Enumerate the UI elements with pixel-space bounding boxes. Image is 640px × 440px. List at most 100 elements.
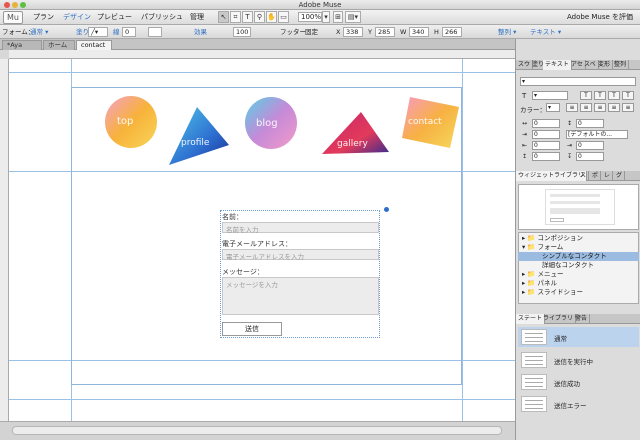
align-justify-all-icon[interactable]: ≡	[622, 103, 634, 112]
space-before-field[interactable]: 0	[532, 152, 560, 161]
panel-tab-text[interactable]: テキスト	[543, 60, 572, 70]
nav-gallery-label[interactable]: gallery	[337, 139, 368, 149]
panel-tab-library[interactable]: ライブラリ	[541, 314, 577, 324]
trial-label[interactable]: Adobe Muse を評価	[567, 12, 633, 23]
mode-design[interactable]: デザイン	[63, 12, 91, 23]
indent-field[interactable]: 0	[532, 130, 560, 139]
right-indent-field[interactable]: 0	[576, 141, 604, 150]
close-window-button[interactable]	[4, 2, 10, 8]
y-label: Y	[368, 28, 372, 36]
font-dropdown[interactable]: ▾	[520, 77, 636, 86]
leading-field[interactable]: 0	[576, 119, 604, 128]
design-canvas[interactable]: top profile blog gallery contact 名前： 名前を…	[9, 59, 515, 421]
bold-icon[interactable]: T	[580, 91, 592, 100]
crop-tool-icon[interactable]: ⌗	[230, 11, 241, 23]
text-tool-icon[interactable]: T	[242, 11, 253, 23]
message-label: メッセージ：	[222, 268, 264, 276]
tree-detailed-contact[interactable]: 詳細なコンタクト	[518, 261, 639, 270]
w-field[interactable]: 340	[409, 27, 429, 37]
widget-options-icon[interactable]	[383, 206, 390, 213]
panel-tab-p[interactable]: ポ	[590, 171, 602, 181]
effects-label[interactable]: 効果	[194, 27, 207, 37]
nav-profile-label[interactable]: profile	[181, 138, 209, 148]
zoom-dropdown-icon[interactable]: ▾	[322, 11, 330, 23]
panel-tab-layers[interactable]: レ	[602, 171, 614, 181]
opacity-field[interactable]: 100	[233, 27, 251, 37]
text-dropdown[interactable]: テキスト ▾	[530, 27, 561, 37]
h-field[interactable]: 266	[442, 27, 462, 37]
color-label: カラー：	[520, 106, 546, 114]
stroke-label[interactable]: 線	[113, 27, 120, 37]
message-textarea[interactable]: メッセージを入力	[222, 277, 379, 315]
tracking-field[interactable]: 0	[532, 119, 560, 128]
selection-tool-icon[interactable]: ↖	[218, 11, 229, 23]
horizontal-ruler[interactable]	[9, 50, 515, 59]
leading-icon: ↕	[567, 120, 573, 127]
screen-mode-icon[interactable]: ▤▾	[345, 11, 361, 23]
state-submitting[interactable]: 送信を実行中	[518, 350, 639, 370]
stroke-width-field[interactable]: 0	[122, 27, 136, 37]
horizontal-scrollbar[interactable]	[0, 421, 515, 440]
panel-tab-transform[interactable]: 変形	[596, 60, 614, 70]
y-field[interactable]: 285	[375, 27, 395, 37]
state-normal[interactable]: 通常	[518, 327, 639, 347]
tab-contact[interactable]: contact	[76, 40, 112, 50]
font-size-icon: T	[522, 92, 527, 100]
mode-publish[interactable]: パブリッシュ	[141, 12, 183, 23]
view-options-icon[interactable]: ⊞	[333, 11, 343, 23]
form-state-dropdown[interactable]: 通常 ▾	[30, 27, 48, 37]
window-title: Adobe Muse	[298, 1, 342, 9]
minimize-window-button[interactable]	[12, 2, 18, 8]
zoom-tool-icon[interactable]: ⚲	[254, 11, 265, 23]
mode-plan[interactable]: プラン	[33, 12, 54, 23]
tab-home[interactable]: ホーム	[43, 40, 75, 50]
align-dropdown[interactable]: 整列 ▾	[498, 27, 516, 37]
stroke-swatch[interactable]	[148, 27, 162, 37]
underline-icon[interactable]: T	[608, 91, 620, 100]
tree-slideshows[interactable]: ▸ 📁 スライドショー	[518, 288, 639, 297]
align-left-icon[interactable]: ≡	[566, 103, 578, 112]
mode-manage[interactable]: 管理	[190, 12, 204, 23]
rectangle-tool-icon[interactable]: ▭	[278, 11, 289, 23]
tree-simple-contact[interactable]: シンプルなコンタクト	[518, 252, 639, 261]
nav-contact-label[interactable]: contact	[408, 117, 442, 127]
zoom-window-button[interactable]	[20, 2, 26, 8]
contact-form-widget[interactable]: 名前： 名前を入力 電子メールアドレス： 電子メールアドレスを入力 メッセージ：…	[220, 210, 380, 338]
fill-swatch[interactable]: ╱▾	[88, 27, 108, 37]
name-label: 名前：	[222, 213, 243, 221]
tree-panels[interactable]: ▸ 📁 パネル	[518, 279, 639, 288]
tab-site[interactable]: *Aya	[2, 40, 42, 50]
state-success[interactable]: 送信成功	[518, 372, 639, 392]
scrollbar-track[interactable]	[12, 426, 502, 435]
nav-profile-shape[interactable]	[169, 107, 229, 165]
nav-blog-label[interactable]: blog	[256, 118, 278, 129]
zoom-level-field[interactable]: 100%	[298, 12, 322, 22]
align-justify-icon[interactable]: ≡	[608, 103, 620, 112]
state-error[interactable]: 送信エラー	[518, 394, 639, 414]
left-indent-field[interactable]: 0	[532, 141, 560, 150]
hand-tool-icon[interactable]: ✋	[266, 11, 277, 23]
strikethrough-icon[interactable]: T	[622, 91, 634, 100]
align-right-icon[interactable]: ≡	[594, 103, 606, 112]
align-center-icon[interactable]: ≡	[580, 103, 592, 112]
font-size-field[interactable]: ▾	[532, 91, 568, 100]
nav-top-label[interactable]: top	[117, 116, 133, 127]
x-field[interactable]: 338	[343, 27, 363, 37]
tree-menus[interactable]: ▸ 📁 メニュー	[518, 270, 639, 279]
paragraph-style-dropdown[interactable]: [デフォルトの...	[566, 130, 628, 139]
name-input[interactable]: 名前を入力	[222, 222, 379, 234]
mode-preview[interactable]: プレビュー	[97, 12, 132, 23]
submit-button[interactable]: 送信	[222, 322, 282, 336]
email-input[interactable]: 電子メールアドレスを入力	[222, 249, 379, 261]
text-color-swatch[interactable]: ▾	[546, 103, 560, 112]
panel-tab-align[interactable]: 整列	[612, 60, 630, 70]
panel-tab-warnings[interactable]: 警告	[573, 314, 591, 324]
space-after-field[interactable]: 0	[576, 152, 604, 161]
italic-icon[interactable]: T	[594, 91, 606, 100]
panel-tab-widgets[interactable]: ウィジェットライブラリ	[516, 171, 588, 181]
vertical-ruler[interactable]	[0, 59, 9, 421]
panel-tab-states-short[interactable]: ス	[578, 171, 590, 181]
panel-tab-g[interactable]: グ	[614, 171, 626, 181]
tree-composition[interactable]: ▸ 📁 コンポジション	[518, 234, 639, 243]
tree-forms[interactable]: ▾ 📁 フォーム	[518, 243, 639, 252]
